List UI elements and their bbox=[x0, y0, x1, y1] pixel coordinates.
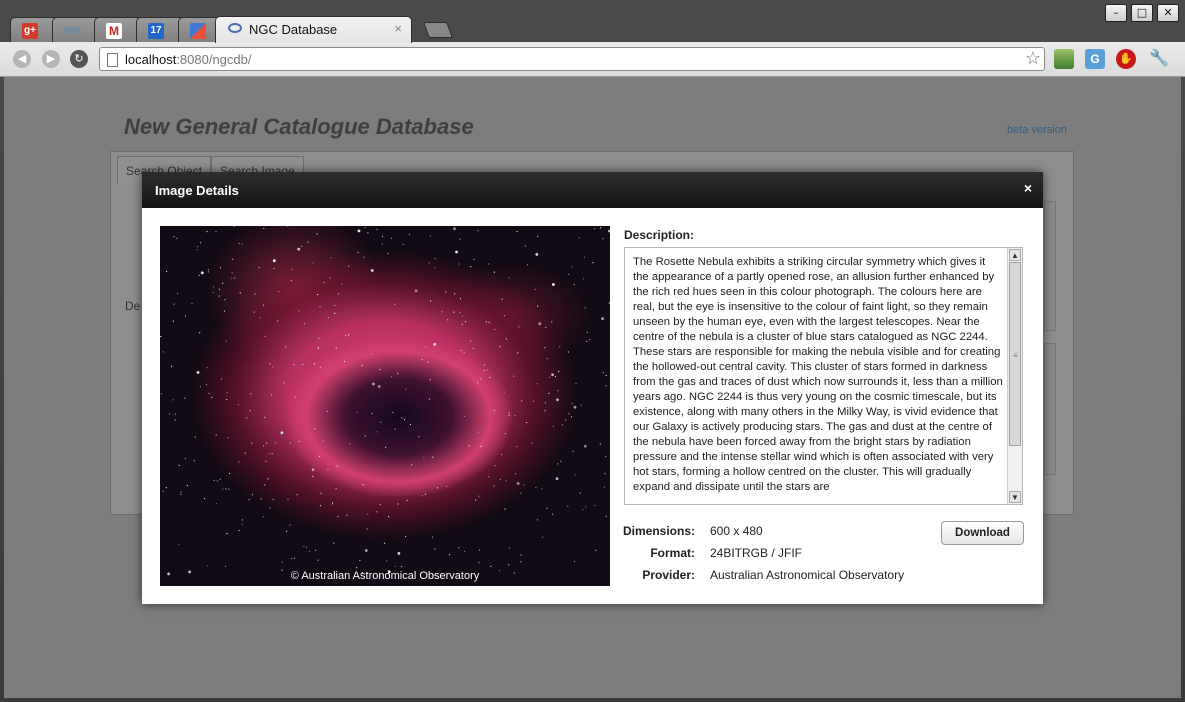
scroll-thumb[interactable]: ≡ bbox=[1009, 262, 1021, 446]
grip-icon: ≡ bbox=[1013, 351, 1018, 360]
toolbar: ◀ ▶ ↻ localhost:8080/ngcdb/ ☆ G ✋ 🔧 bbox=[0, 42, 1185, 77]
imo-icon: imo bbox=[64, 25, 81, 36]
close-tab-icon[interactable]: × bbox=[394, 21, 402, 36]
star-field bbox=[160, 226, 610, 576]
back-button[interactable]: ◀ bbox=[13, 50, 31, 68]
wrench-icon[interactable]: 🔧 bbox=[1149, 49, 1169, 69]
bookmark-star-icon[interactable]: ☆ bbox=[1025, 48, 1041, 69]
url-path: :8080/ngcdb/ bbox=[176, 52, 252, 67]
planet-icon bbox=[228, 23, 242, 33]
background-label: De bbox=[125, 299, 141, 313]
gmail-icon: M bbox=[106, 23, 122, 39]
address-bar[interactable]: localhost:8080/ngcdb/ ☆ bbox=[99, 47, 1045, 71]
photo-credit: © Australian Astronomical Observatory bbox=[290, 570, 480, 582]
description-label: Description: bbox=[624, 228, 695, 242]
dimensions-value: 600 x 480 bbox=[710, 524, 763, 538]
tab-ngc-database[interactable]: NGC Database × bbox=[215, 16, 412, 43]
image-details-modal: Image Details × © Australian Astronomica… bbox=[142, 172, 1043, 604]
page-icon bbox=[107, 53, 118, 67]
adblock-icon[interactable]: ✋ bbox=[1116, 49, 1136, 69]
extension-icon[interactable] bbox=[1054, 49, 1074, 69]
close-icon[interactable]: × bbox=[1024, 180, 1032, 196]
tab-strip: g+ imo M 17 NGC Database × bbox=[10, 16, 710, 43]
page-title: New General Catalogue Database bbox=[124, 114, 474, 139]
download-button[interactable]: Download bbox=[941, 521, 1024, 545]
calendar-icon: 17 bbox=[148, 23, 164, 39]
modal-header: Image Details × bbox=[142, 172, 1043, 208]
description-text: The Rosette Nebula exhibits a striking c… bbox=[633, 256, 1003, 493]
beta-link[interactable]: beta version bbox=[1007, 124, 1067, 136]
extension-g-icon[interactable]: G bbox=[1085, 49, 1105, 69]
scroll-up-icon[interactable]: ▲ bbox=[1009, 249, 1021, 261]
url-host: localhost bbox=[125, 52, 177, 67]
description-scrollbar[interactable]: ▲ ≡ ▼ bbox=[1007, 248, 1022, 504]
modal-title: Image Details bbox=[155, 183, 239, 198]
forward-button[interactable]: ▶ bbox=[42, 50, 60, 68]
tab-title: NGC Database bbox=[249, 22, 338, 37]
dimensions-label: Dimensions: bbox=[622, 524, 695, 538]
background-panel bbox=[1044, 343, 1056, 475]
window-controls: – □ ✕ bbox=[1105, 4, 1179, 22]
minimize-button[interactable]: – bbox=[1105, 4, 1127, 22]
format-value: 24BITRGB / JFIF bbox=[710, 546, 803, 560]
reload-button[interactable]: ↻ bbox=[70, 50, 88, 68]
analytics-icon bbox=[190, 23, 206, 39]
new-tab-button[interactable] bbox=[423, 22, 453, 38]
browser-window: – □ ✕ g+ imo M 17 NGC Database × ◀ ▶ ↻ l… bbox=[0, 0, 1185, 702]
format-label: Format: bbox=[650, 546, 695, 560]
google-plus-icon: g+ bbox=[22, 23, 38, 39]
provider-label: Provider: bbox=[642, 568, 695, 582]
close-window-button[interactable]: ✕ bbox=[1157, 4, 1179, 22]
background-panel bbox=[1044, 201, 1056, 331]
maximize-button[interactable]: □ bbox=[1131, 4, 1153, 22]
scroll-down-icon[interactable]: ▼ bbox=[1009, 491, 1021, 503]
provider-value: Australian Astronomical Observatory bbox=[710, 568, 905, 582]
url-text: localhost:8080/ngcdb/ bbox=[125, 52, 252, 67]
description-textarea[interactable]: The Rosette Nebula exhibits a striking c… bbox=[624, 247, 1023, 505]
nebula-image: © Australian Astronomical Observatory bbox=[160, 226, 610, 586]
